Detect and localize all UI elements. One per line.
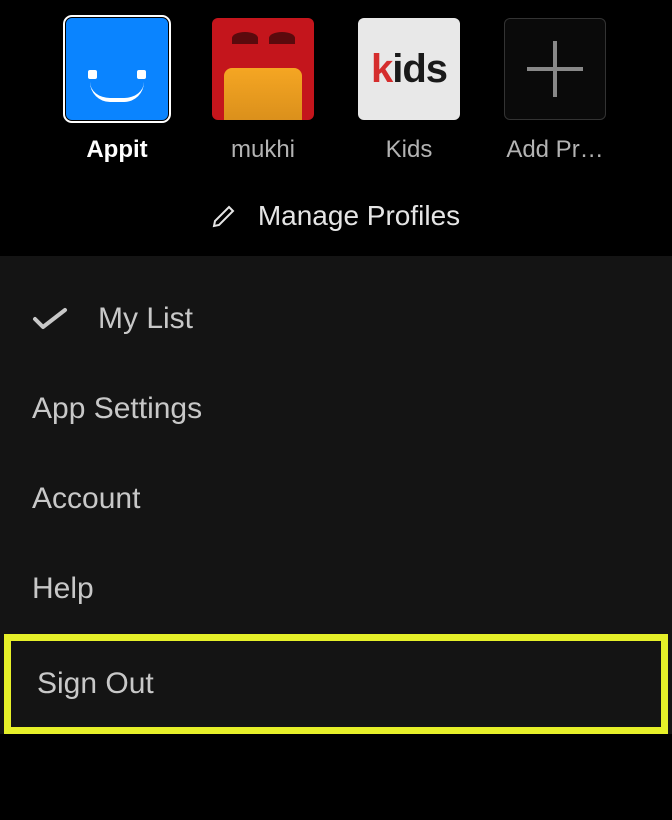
sign-out-highlight: Sign Out [4, 634, 668, 734]
menu-help[interactable]: Help [0, 544, 672, 634]
manage-profiles-label: Manage Profiles [258, 200, 460, 232]
menu-app-settings[interactable]: App Settings [0, 364, 672, 454]
plus-icon [527, 41, 583, 97]
pencil-icon [212, 204, 236, 228]
avatar-mukhi [212, 18, 314, 120]
menu-label: Account [32, 482, 140, 516]
profile-kids[interactable]: kids Kids [354, 18, 464, 164]
check-icon [32, 307, 68, 331]
manage-profiles-button[interactable]: Manage Profiles [0, 200, 672, 232]
profiles-section: Appit mukhi kids Kids Add Pr… [0, 0, 672, 256]
menu-section: My List App Settings Account Help Sign O… [0, 256, 672, 734]
menu-my-list[interactable]: My List [0, 274, 672, 364]
avatar-appit [66, 18, 168, 120]
profile-label: Appit [86, 136, 147, 164]
menu-label: App Settings [32, 392, 202, 426]
profile-label: Add Pr… [506, 136, 603, 164]
profile-label: mukhi [231, 136, 295, 164]
menu-label: Sign Out [37, 667, 154, 701]
profile-mukhi[interactable]: mukhi [208, 18, 318, 164]
menu-sign-out[interactable]: Sign Out [11, 641, 661, 727]
avatar-kids: kids [358, 18, 460, 120]
menu-account[interactable]: Account [0, 454, 672, 544]
menu-label: Help [32, 572, 94, 606]
profile-label: Kids [386, 136, 433, 164]
profile-add[interactable]: Add Pr… [500, 18, 610, 164]
profile-appit[interactable]: Appit [62, 18, 172, 164]
add-profile-button[interactable] [504, 18, 606, 120]
menu-label: My List [98, 302, 193, 336]
profiles-row: Appit mukhi kids Kids Add Pr… [0, 18, 672, 164]
